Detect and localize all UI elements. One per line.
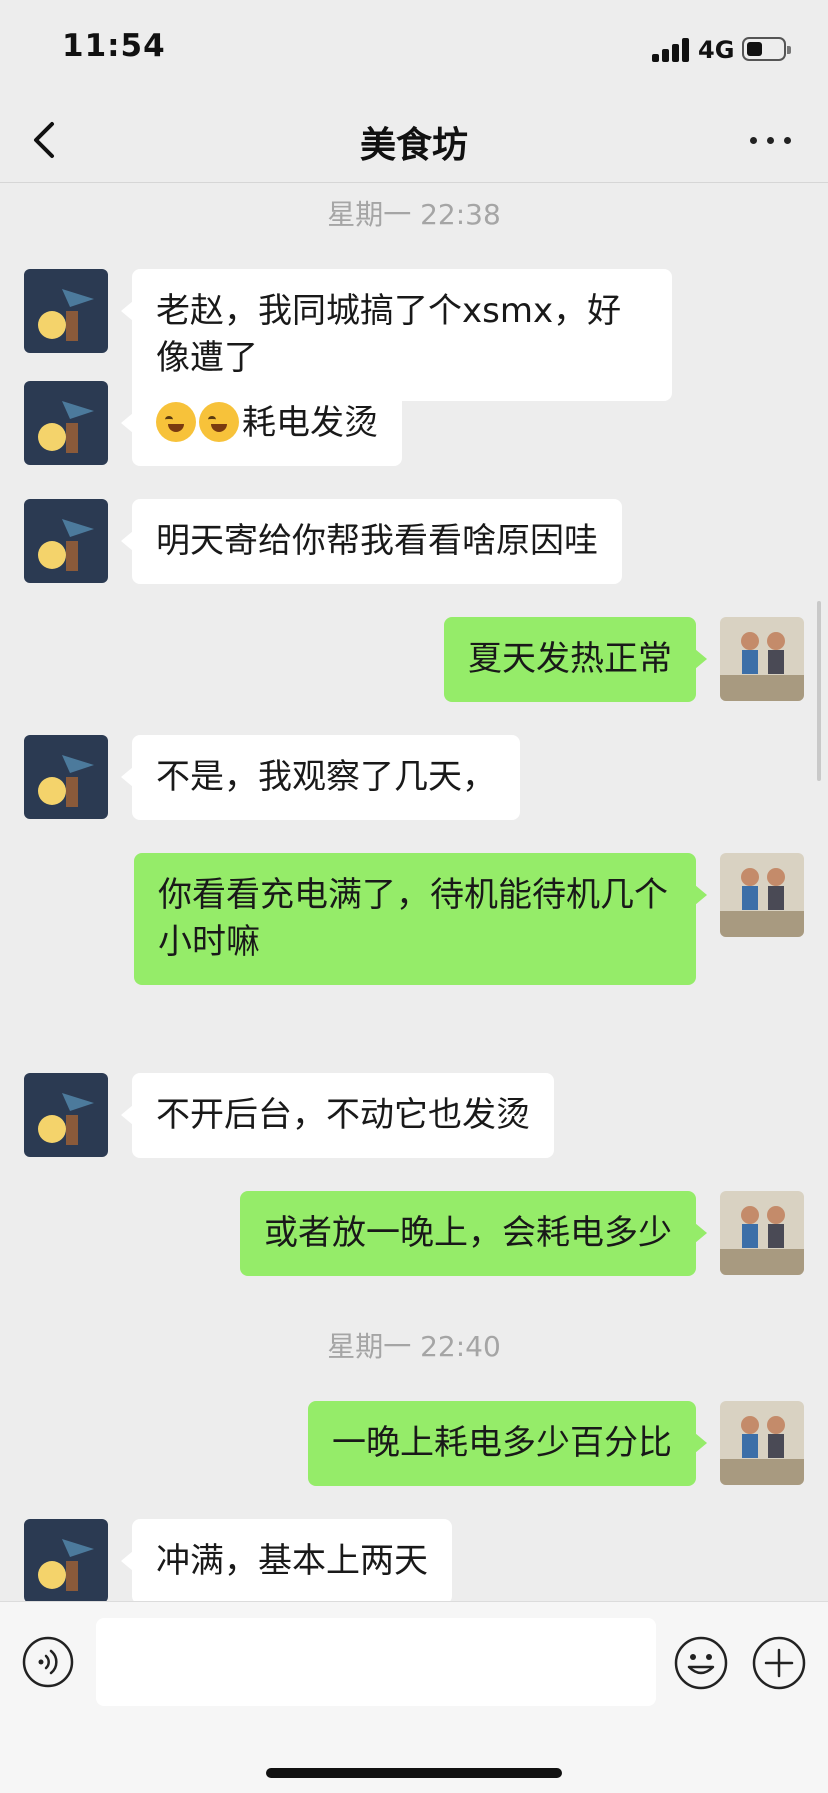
message-bubble[interactable]: 一晚上耗电多少百分比 <box>308 1401 707 1486</box>
contact-avatar[interactable] <box>24 1073 108 1157</box>
message-text: 耗电发烫 <box>242 403 378 443</box>
scrollbar[interactable] <box>817 601 821 781</box>
my-avatar[interactable] <box>720 853 804 937</box>
contact-avatar[interactable] <box>24 499 108 583</box>
message-bubble[interactable]: 不是，我观察了几天， <box>121 735 520 820</box>
message-bubble[interactable]: 或者放一晚上，会耗电多少 <box>240 1191 707 1276</box>
my-avatar[interactable] <box>720 1401 804 1485</box>
more-button[interactable] <box>740 122 800 158</box>
message-bubble[interactable]: 耗电发烫 <box>121 381 402 466</box>
more-actions-button[interactable] <box>752 1636 806 1690</box>
contact-avatar[interactable] <box>24 1519 108 1601</box>
message-bubble[interactable]: 不开后台，不动它也发烫 <box>121 1073 554 1158</box>
my-avatar[interactable] <box>720 1191 804 1275</box>
crying-laughing-emoji <box>156 402 196 442</box>
contact-avatar[interactable] <box>24 735 108 819</box>
timestamp: 星期一 22:38 <box>327 198 501 231</box>
voice-button[interactable] <box>22 1636 74 1688</box>
my-avatar[interactable] <box>720 617 804 701</box>
contact-avatar[interactable] <box>24 269 108 353</box>
contact-avatar[interactable] <box>24 381 108 465</box>
chat-title: 美食坊 <box>359 125 468 166</box>
message-bubble[interactable]: 夏天发热正常 <box>444 617 707 702</box>
message-list[interactable]: 星期一 22:38 老赵，我同城搞了个xsmx，好像遭了 耗电发烫 明天寄给你帮… <box>0 183 828 1601</box>
cellular-signal-icon <box>652 38 692 62</box>
voice-icon <box>22 1636 74 1688</box>
home-indicator[interactable] <box>266 1768 562 1778</box>
timestamp: 星期一 22:40 <box>327 1330 501 1363</box>
message-bubble[interactable]: 你看看充电满了，待机能待机几个小时嘛 <box>134 853 707 985</box>
plus-circle-icon <box>752 1636 806 1690</box>
emoji-smile-icon <box>674 1636 728 1690</box>
network-type: 4G <box>698 36 735 64</box>
message-input[interactable] <box>96 1618 656 1706</box>
crying-laughing-emoji <box>199 402 239 442</box>
status-time: 11:54 <box>62 28 166 64</box>
input-bar <box>0 1601 828 1793</box>
message-bubble[interactable]: 冲满，基本上两天 <box>121 1519 452 1601</box>
chat-header: 美食坊 <box>0 100 828 183</box>
battery-level <box>747 42 762 56</box>
message-bubble[interactable]: 明天寄给你帮我看看啥原因哇 <box>121 499 622 584</box>
status-bar: 11:54 4G <box>0 0 828 100</box>
emoji-button[interactable] <box>674 1636 728 1690</box>
battery-icon <box>742 37 791 61</box>
